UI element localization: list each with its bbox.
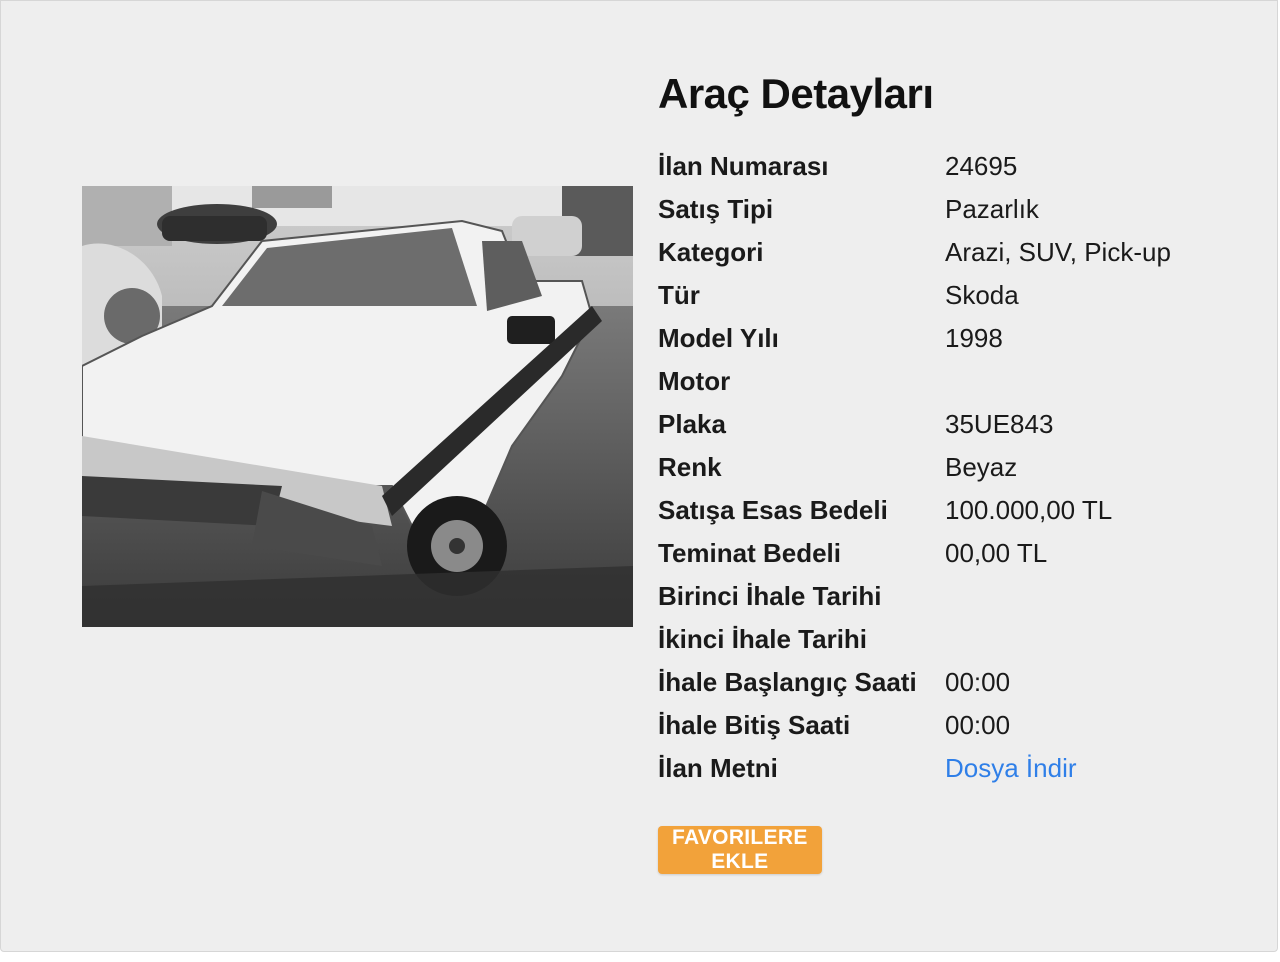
detail-value: 35UE843 (945, 409, 1054, 439)
detail-label: Tür (658, 280, 700, 310)
detail-label: Model Yılı (658, 323, 779, 353)
detail-value: 00,00 TL (945, 538, 1048, 568)
detail-label: İhale Bitiş Saati (658, 710, 851, 740)
vehicle-details: Araç Detayları İlan Numarası 24695 Satış… (658, 63, 1258, 790)
detail-value: Pazarlık (945, 194, 1039, 224)
detail-label: Satışa Esas Bedeli (658, 495, 888, 525)
detail-row-tur: Tür Skoda (658, 274, 1258, 317)
detail-row-birinci-ihale-tarihi: Birinci İhale Tarihi (658, 575, 1258, 618)
detail-row-ikinci-ihale-tarihi: İkinci İhale Tarihi (658, 618, 1258, 661)
details-table: İlan Numarası 24695 Satış Tipi Pazarlık … (658, 145, 1258, 790)
detail-value: 24695 (945, 151, 1018, 181)
detail-row-model-yili: Model Yılı 1998 (658, 317, 1258, 360)
detail-row-renk: Renk Beyaz (658, 446, 1258, 489)
detail-value: Beyaz (945, 452, 1018, 482)
detail-row-satisa-esas-bedeli: Satışa Esas Bedeli 100.000,00 TL (658, 489, 1258, 532)
page-title: Araç Detayları (658, 70, 934, 117)
detail-value: 00:00 (945, 710, 1011, 740)
detail-label: İhale Başlangıç Saati (658, 667, 917, 697)
vehicle-image-carousel[interactable] (82, 186, 633, 627)
add-to-favorites-button[interactable]: FAVORILERE EKLE (658, 826, 822, 874)
detail-row-teminat-bedeli: Teminat Bedeli 00,00 TL (658, 532, 1258, 575)
vehicle-detail-panel: Araç Detayları İlan Numarası 24695 Satış… (0, 0, 1278, 952)
detail-row-kategori: Kategori Arazi, SUV, Pick-up (658, 231, 1258, 274)
detail-label: Satış Tipi (658, 194, 774, 224)
detail-value: 100.000,00 TL (945, 495, 1113, 525)
detail-label: Birinci İhale Tarihi (658, 581, 882, 611)
vehicle-photo (82, 186, 633, 627)
detail-value: Arazi, SUV, Pick-up (945, 237, 1171, 267)
detail-row-ihale-bitis-saati: İhale Bitiş Saati 00:00 (658, 704, 1258, 747)
detail-value: 00:00 (945, 667, 1011, 697)
detail-label: Teminat Bedeli (658, 538, 842, 568)
detail-label: Plaka (658, 409, 726, 439)
detail-row-satis-tipi: Satış Tipi Pazarlık (658, 188, 1258, 231)
detail-label: İlan Metni (658, 753, 778, 783)
detail-row-plaka: Plaka 35UE843 (658, 403, 1258, 446)
detail-label: Renk (658, 452, 722, 482)
detail-label: Kategori (658, 237, 764, 267)
download-file-link[interactable]: Dosya İndir (945, 753, 1077, 784)
detail-label: İlan Numarası (658, 151, 829, 181)
detail-row-motor: Motor (658, 360, 1258, 403)
detail-value: Skoda (945, 280, 1019, 310)
detail-label: Motor (658, 366, 731, 396)
detail-value: 1998 (945, 323, 1003, 353)
detail-label: İkinci İhale Tarihi (658, 624, 868, 654)
detail-row-ilan-metni: İlan Metni Dosya İndir (658, 747, 1258, 790)
detail-row-ihale-baslangic-saati: İhale Başlangıç Saati 00:00 (658, 661, 1258, 704)
detail-row-ilan-numarasi: İlan Numarası 24695 (658, 145, 1258, 188)
